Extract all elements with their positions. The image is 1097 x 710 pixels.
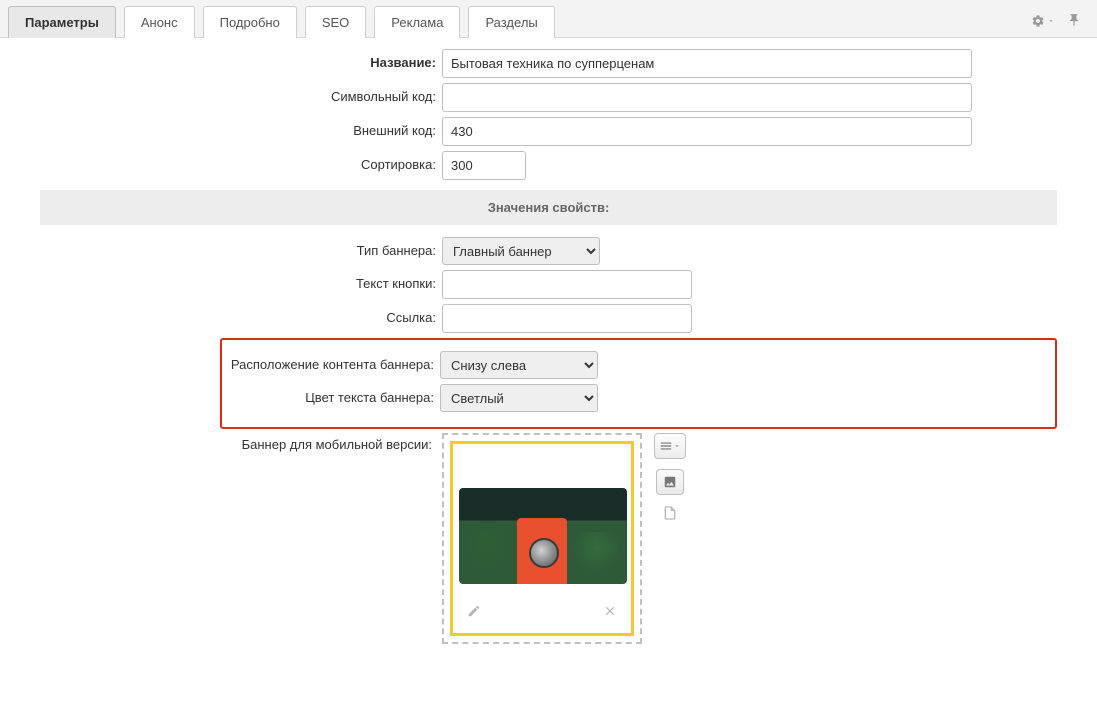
menu-icon [659,439,673,453]
banner-preview-frame [450,441,634,636]
content-position-select[interactable]: Снизу слева [440,351,598,379]
tabs-bar: Параметры Анонс Подробно SEO Реклама Раз… [0,0,1097,38]
highlight-box: Расположение контента баннера: Снизу сле… [220,338,1057,429]
banner-menu-button[interactable] [654,433,686,459]
tab-anons[interactable]: Анонс [124,6,195,38]
pencil-icon [467,604,481,618]
settings-menu[interactable] [1031,13,1055,30]
picture-icon [663,475,677,489]
delete-image-button[interactable] [603,604,617,621]
link-label: Ссылка: [0,304,442,325]
close-icon [603,604,617,618]
symbol-code-label: Символьный код: [0,83,442,104]
banner-type-select[interactable]: Главный баннер [442,237,600,265]
tabs-right-tools [1031,13,1089,30]
tab-sections[interactable]: Разделы [468,6,554,38]
banner-thumbnail[interactable] [459,488,627,584]
banner-type-label: Тип баннера: [0,237,442,258]
external-code-input[interactable] [442,117,972,146]
link-input[interactable] [442,304,692,333]
button-text-input[interactable] [442,270,692,299]
tab-detail[interactable]: Подробно [203,6,297,38]
banner-dropzone[interactable] [442,433,642,644]
sort-label: Сортировка: [0,151,442,172]
name-input[interactable] [442,49,972,78]
mobile-banner-label: Баннер для мобильной версии: [0,433,442,452]
pin-icon [1067,13,1081,27]
chevron-down-icon [673,442,681,450]
sort-input[interactable] [442,151,526,180]
pin-button[interactable] [1067,13,1081,30]
form-content: Название: Символьный код: Внешний код: С… [0,38,1097,710]
tab-ad[interactable]: Реклама [374,6,460,38]
symbol-code-input[interactable] [442,83,972,112]
external-code-label: Внешний код: [0,117,442,138]
name-label: Название: [0,49,442,70]
banner-image-button[interactable] [656,469,684,495]
text-color-label: Цвет текста баннера: [222,384,440,405]
tab-params[interactable]: Параметры [8,6,116,38]
edit-image-button[interactable] [467,604,481,621]
section-header-props: Значения свойств: [40,190,1057,225]
button-text-label: Текст кнопки: [0,270,442,291]
mobile-banner-area [442,433,686,644]
text-color-select[interactable]: Светлый [440,384,598,412]
file-icon [662,505,678,521]
chevron-down-icon [1047,17,1055,25]
banner-side-controls [654,433,686,525]
tab-seo[interactable]: SEO [305,6,366,38]
content-position-label: Расположение контента баннера: [222,351,440,372]
gear-icon [1031,14,1045,28]
banner-file-button[interactable] [662,505,678,525]
